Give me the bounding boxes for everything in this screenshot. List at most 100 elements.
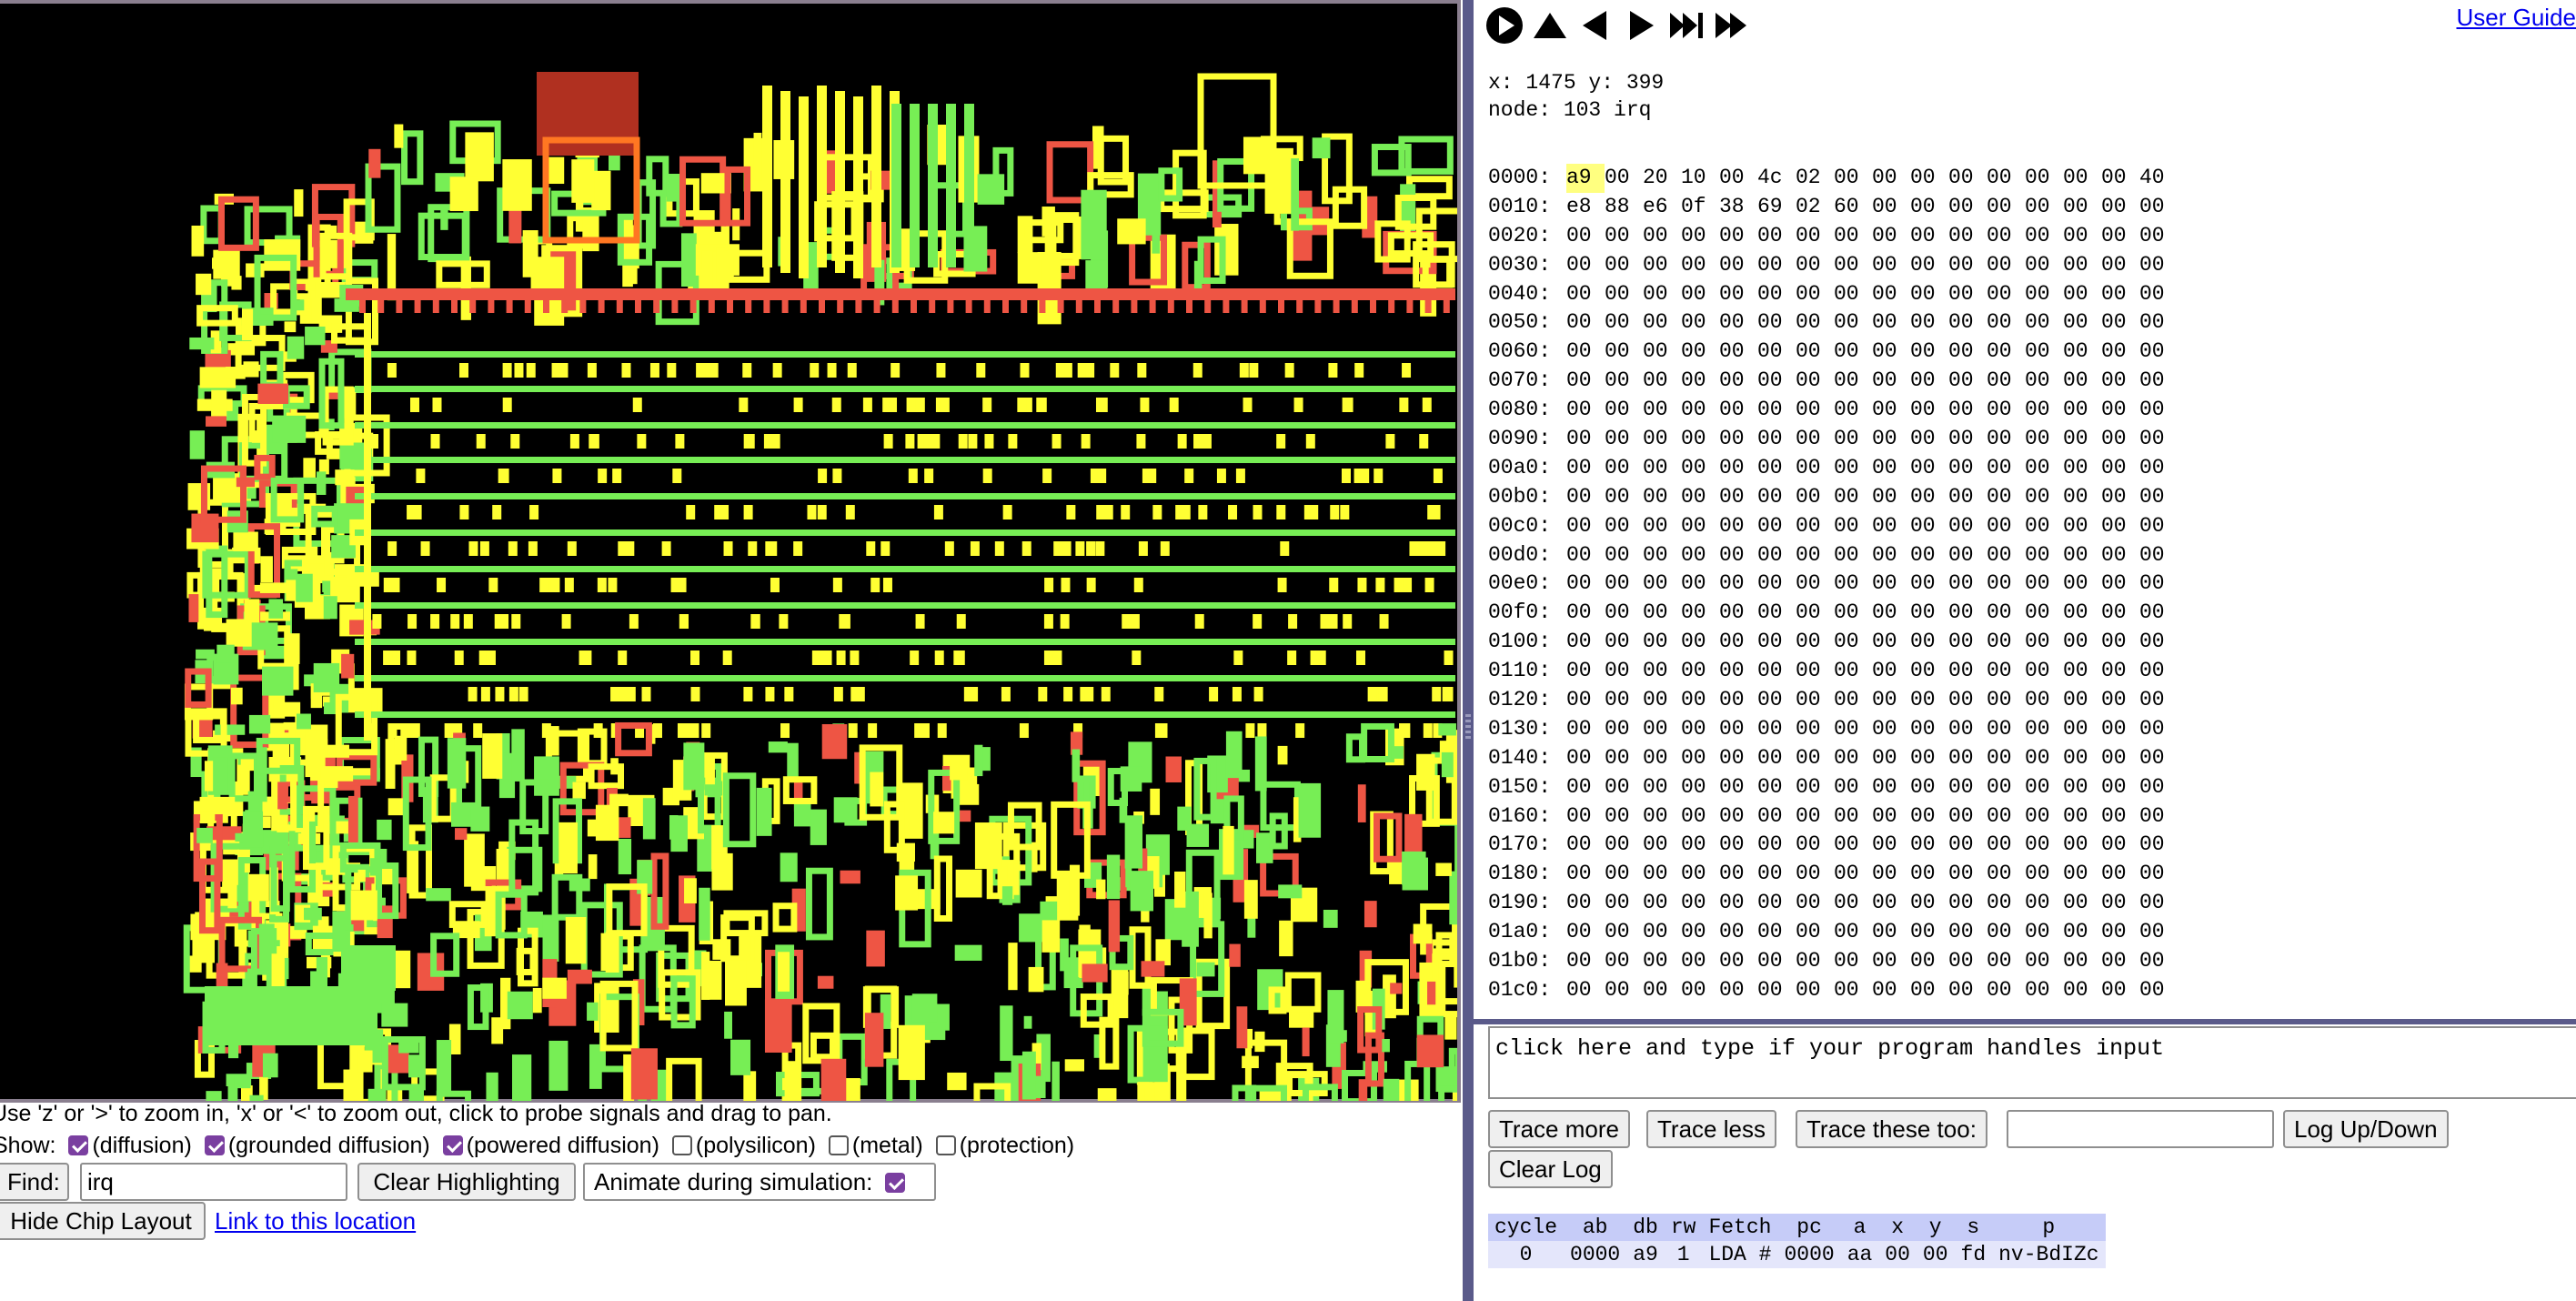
memory-byte[interactable]: 00 — [1987, 976, 2025, 1005]
memory-byte[interactable]: 00 — [1643, 860, 1681, 889]
memory-byte[interactable]: 00 — [1910, 164, 1948, 193]
memory-byte[interactable]: 00 — [2063, 454, 2101, 483]
memory-byte[interactable]: 00 — [1872, 483, 1910, 512]
memory-byte[interactable]: 00 — [1910, 483, 1948, 512]
memory-byte[interactable]: 00 — [2101, 918, 2139, 947]
memory-byte[interactable]: 00 — [1872, 570, 1910, 599]
memory-byte[interactable]: 00 — [2025, 164, 2063, 193]
memory-byte[interactable]: 00 — [1719, 686, 1757, 715]
memory-byte[interactable]: 00 — [1872, 860, 1910, 889]
memory-byte[interactable]: 00 — [1948, 831, 1987, 860]
memory-byte[interactable]: 40 — [2139, 164, 2178, 193]
memory-byte[interactable]: 00 — [1910, 280, 1948, 309]
memory-byte[interactable]: 00 — [2025, 889, 2063, 918]
memory-byte[interactable]: 00 — [1681, 425, 1719, 454]
memory-byte[interactable]: 00 — [1796, 222, 1834, 251]
memory-byte[interactable]: 00 — [1681, 773, 1719, 802]
find-input[interactable] — [80, 1163, 347, 1201]
memory-byte[interactable]: 00 — [1681, 889, 1719, 918]
memory-byte[interactable]: 00 — [1643, 308, 1681, 338]
memory-byte[interactable]: 00 — [1796, 280, 1834, 309]
memory-byte[interactable]: 00 — [2025, 280, 2063, 309]
memory-byte[interactable]: 00 — [1948, 889, 1987, 918]
show-checkbox-2[interactable] — [442, 1135, 463, 1155]
memory-byte[interactable]: 00 — [1605, 454, 1643, 483]
memory-byte[interactable]: 00 — [1834, 308, 1872, 338]
memory-byte[interactable]: 00 — [2063, 686, 2101, 715]
memory-byte[interactable]: 00 — [1872, 686, 1910, 715]
memory-byte[interactable]: 00 — [2025, 657, 2063, 686]
memory-byte[interactable]: 00 — [1796, 570, 1834, 599]
memory-byte[interactable]: 00 — [1605, 164, 1643, 193]
memory-byte[interactable]: 00 — [2025, 802, 2063, 832]
memory-byte[interactable]: 00 — [1910, 251, 1948, 280]
memory-byte[interactable]: 00 — [1643, 251, 1681, 280]
memory-byte[interactable]: 00 — [2101, 541, 2139, 570]
memory-byte[interactable]: 00 — [1719, 860, 1757, 889]
memory-byte[interactable]: 00 — [1834, 802, 1872, 832]
memory-byte[interactable]: 00 — [1872, 338, 1910, 367]
memory-byte[interactable]: 00 — [2063, 193, 2101, 222]
memory-byte[interactable]: 00 — [2139, 947, 2178, 976]
memory-byte[interactable]: 00 — [1872, 512, 1910, 541]
memory-byte[interactable]: 00 — [1681, 599, 1719, 628]
memory-byte[interactable]: 00 — [1987, 570, 2025, 599]
memory-byte[interactable]: 00 — [1605, 802, 1643, 832]
memory-byte[interactable]: e8 — [1566, 193, 1605, 222]
memory-byte[interactable]: 00 — [1566, 918, 1605, 947]
memory-byte[interactable]: 00 — [1757, 541, 1796, 570]
memory-byte[interactable]: 00 — [1643, 947, 1681, 976]
trace-more-button[interactable]: Trace more — [1488, 1110, 1630, 1148]
memory-byte[interactable]: 00 — [1643, 338, 1681, 367]
memory-byte[interactable]: 00 — [1987, 454, 2025, 483]
memory-byte[interactable]: 00 — [2063, 715, 2101, 744]
memory-byte[interactable]: 00 — [1796, 976, 1834, 1005]
fast-forward-icon[interactable] — [1712, 5, 1752, 45]
memory-byte[interactable]: 00 — [1719, 570, 1757, 599]
memory-byte[interactable]: 00 — [2101, 164, 2139, 193]
memory-byte[interactable]: 00 — [1605, 976, 1643, 1005]
memory-byte[interactable]: 00 — [1872, 802, 1910, 832]
memory-byte[interactable]: 00 — [2139, 686, 2178, 715]
memory-byte[interactable]: 00 — [2139, 976, 2178, 1005]
memory-byte[interactable]: 00 — [2063, 918, 2101, 947]
memory-byte[interactable]: 00 — [1719, 512, 1757, 541]
memory-byte[interactable]: 00 — [1948, 222, 1987, 251]
memory-byte[interactable]: 00 — [1796, 425, 1834, 454]
memory-byte[interactable]: 00 — [1719, 425, 1757, 454]
memory-byte[interactable]: 00 — [1566, 222, 1605, 251]
memory-byte[interactable]: 00 — [1796, 773, 1834, 802]
memory-byte[interactable]: 00 — [1796, 251, 1834, 280]
memory-byte[interactable]: 00 — [1643, 599, 1681, 628]
memory-byte[interactable]: 00 — [2063, 599, 2101, 628]
memory-byte[interactable]: 00 — [1834, 744, 1872, 773]
memory-byte[interactable]: 00 — [1834, 686, 1872, 715]
memory-byte[interactable]: 00 — [1872, 454, 1910, 483]
memory-byte[interactable]: 00 — [2139, 308, 2178, 338]
memory-byte[interactable]: 00 — [1757, 628, 1796, 657]
panel-divider[interactable] — [1463, 0, 1474, 1301]
memory-byte[interactable]: 00 — [2139, 483, 2178, 512]
memory-byte[interactable]: 00 — [1834, 338, 1872, 367]
memory-byte[interactable]: 00 — [1910, 947, 1948, 976]
memory-byte[interactable]: 00 — [2025, 308, 2063, 338]
memory-byte[interactable]: 00 — [1948, 367, 1987, 396]
memory-byte[interactable]: 00 — [2063, 628, 2101, 657]
memory-byte[interactable]: 00 — [1948, 976, 1987, 1005]
memory-byte[interactable]: 00 — [2139, 860, 2178, 889]
memory-byte[interactable]: 00 — [1834, 541, 1872, 570]
memory-byte[interactable]: 00 — [1834, 831, 1872, 860]
memory-byte[interactable]: 00 — [1834, 280, 1872, 309]
memory-byte[interactable]: 00 — [2025, 338, 2063, 367]
clear-highlighting-button[interactable]: Clear Highlighting — [357, 1163, 576, 1201]
memory-byte[interactable]: 00 — [1757, 657, 1796, 686]
memory-byte[interactable]: 00 — [1605, 918, 1643, 947]
memory-byte[interactable]: 00 — [1948, 628, 1987, 657]
memory-byte[interactable]: 00 — [1948, 193, 1987, 222]
memory-byte[interactable]: 00 — [1796, 541, 1834, 570]
memory-byte[interactable]: 00 — [2025, 396, 2063, 425]
memory-byte[interactable]: 00 — [2063, 831, 2101, 860]
memory-byte[interactable]: 00 — [1910, 222, 1948, 251]
memory-byte[interactable]: 00 — [2101, 802, 2139, 832]
memory-byte[interactable]: 00 — [1910, 308, 1948, 338]
